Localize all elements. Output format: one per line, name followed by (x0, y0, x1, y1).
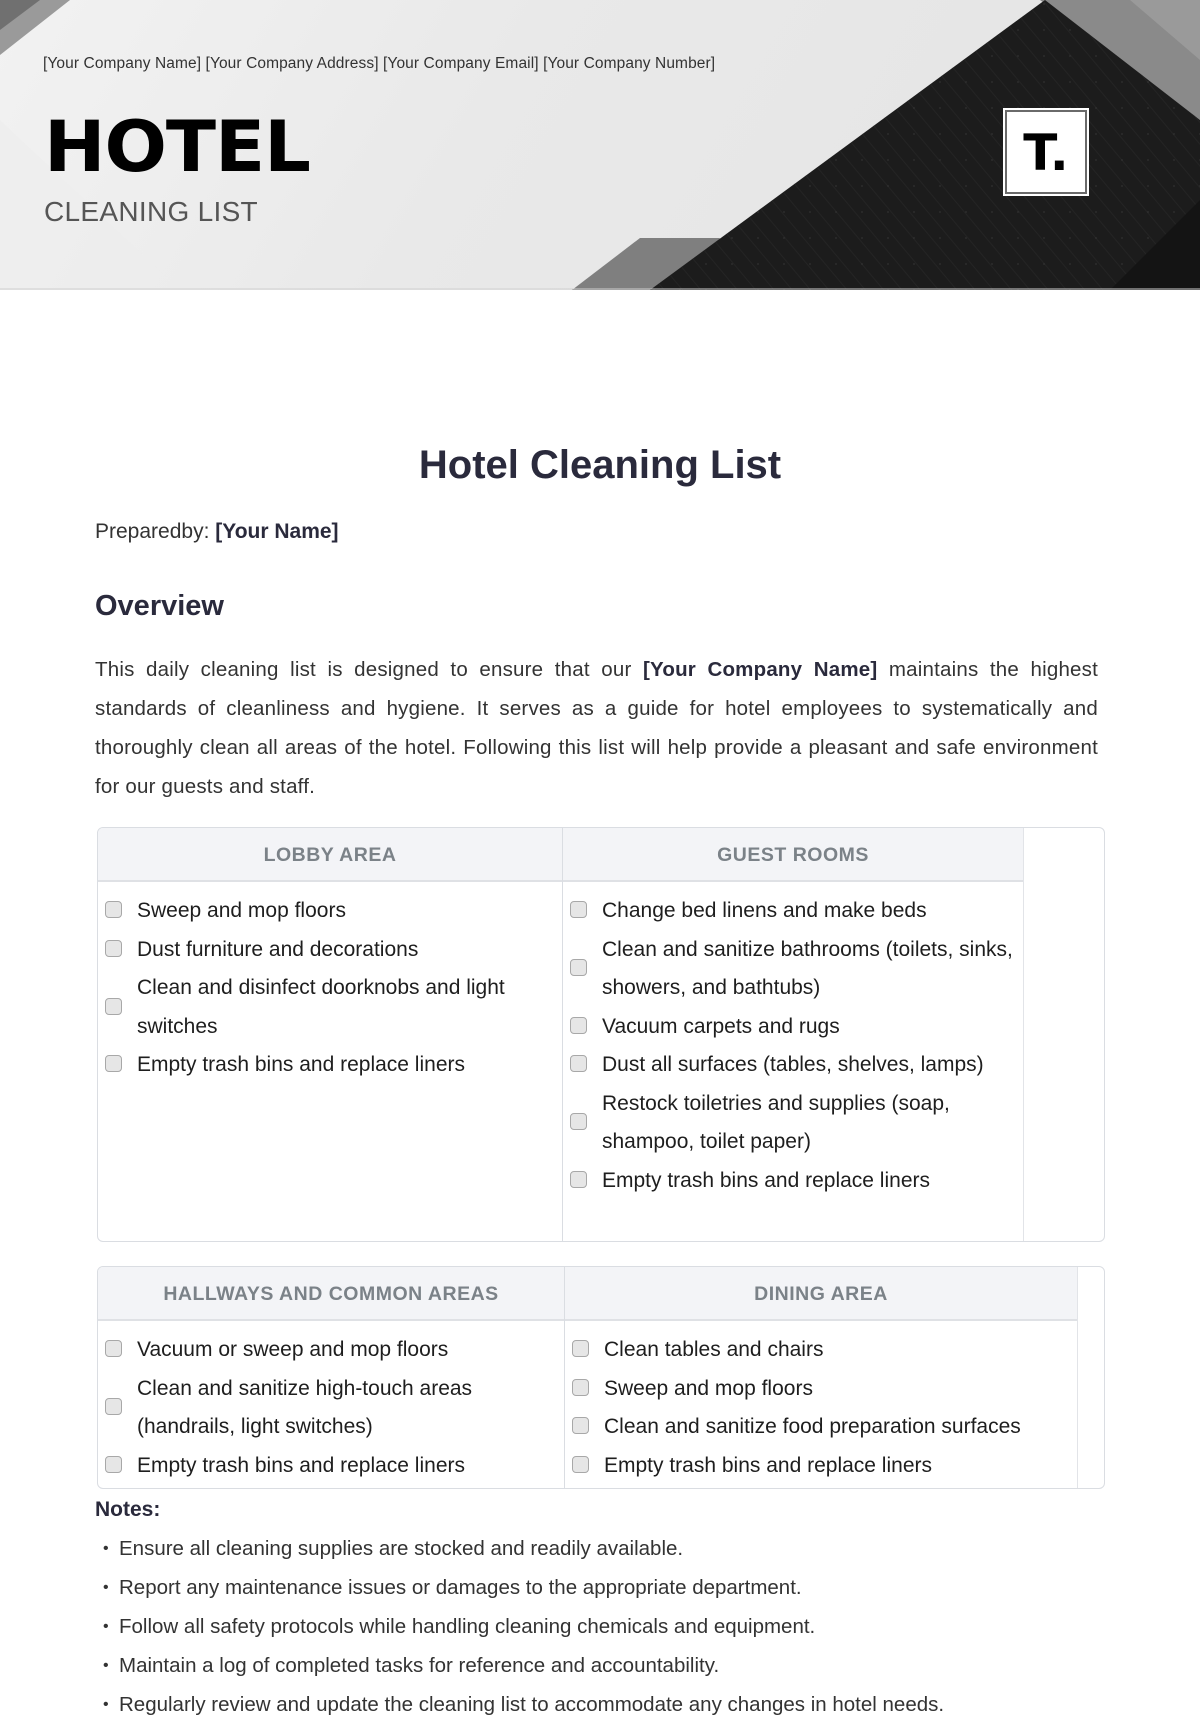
checklist-item: Vacuum or sweep and mop floors (98, 1331, 564, 1370)
checkbox[interactable] (105, 1340, 122, 1358)
checkbox[interactable] (105, 939, 122, 957)
checkbox[interactable] (105, 1055, 122, 1073)
checklist-item-label: Empty trash bins and replace liners (604, 1453, 932, 1477)
checklist-table-1: LOBBY AREA Sweep and mop floors Dust furn… (97, 827, 1105, 1242)
checklist-item: Clean and disinfect doorknobs and light … (98, 969, 562, 1046)
checklist-item: Empty trash bins and replace liners (563, 1162, 1023, 1201)
checkbox[interactable] (570, 901, 587, 919)
column-heading: DINING AREA (565, 1267, 1077, 1321)
checkbox[interactable] (570, 1113, 587, 1130)
checklist-item-label: Dust furniture and decorations (137, 937, 419, 961)
checklist-item: Empty trash bins and replace liners (98, 1046, 562, 1085)
checklist-item-label: Clean and disinfect doorknobs and light … (137, 976, 505, 1038)
checklist-item-label: Clean tables and chairs (604, 1338, 824, 1361)
column-guest-rooms: GUEST ROOMS Change bed linens and make b… (562, 828, 1024, 1241)
checklist-item-label: Clean and sanitize food preparation surf… (604, 1415, 1021, 1438)
column-dining-area: DINING AREA Clean tables and chairs Sweep… (564, 1267, 1078, 1488)
note-item: Ensure all cleaning supplies are stocked… (103, 1529, 1183, 1568)
document-title: Hotel Cleaning List (418, 443, 782, 487)
notes-list: Ensure all cleaning supplies are stocked… (103, 1529, 1183, 1724)
checkbox[interactable] (572, 1417, 589, 1435)
checklist-item-label: Empty trash bins and replace liners (602, 1168, 930, 1192)
checkbox[interactable] (570, 1055, 587, 1073)
checklist-item: Vacuum carpets and rugs (563, 1008, 1023, 1047)
task-list: Sweep and mop floors Dust furniture and d… (98, 882, 562, 1085)
checkbox[interactable] (105, 1455, 122, 1473)
company-logo: T. (1003, 108, 1089, 196)
checklist-item: Dust furniture and decorations (98, 931, 562, 970)
checklist-item: Empty trash bins and replace liners (565, 1447, 1077, 1486)
note-item: Maintain a log of completed tasks for re… (103, 1646, 1183, 1685)
checklist-item: Change bed linens and make beds (563, 892, 1023, 931)
overview-text-before: This daily cleaning list is designed to … (95, 658, 643, 681)
column-heading: GUEST ROOMS (563, 828, 1023, 882)
note-item: Regularly review and update the cleaning… (103, 1685, 1183, 1724)
checkbox[interactable] (105, 901, 122, 919)
checklist-item: Clean and sanitize bathrooms (toilets, s… (563, 931, 1023, 1008)
checklist-item-label: Restock toiletries and supplies (soap, s… (602, 1091, 950, 1154)
notes-heading: Notes: (95, 1498, 161, 1521)
overview-company-name: [Your Company Name] (642, 658, 878, 681)
checklist-item: Dust all surfaces (tables, shelves, lamp… (563, 1046, 1023, 1085)
checklist-item: Sweep and mop floors (98, 892, 562, 931)
checklist-item: Empty trash bins and replace liners (98, 1447, 564, 1486)
brand-subtitle: CLEANING LIST (44, 196, 258, 227)
checklist-item-label: Change bed linens and make beds (602, 899, 927, 922)
checkbox[interactable] (570, 1170, 587, 1188)
checkbox[interactable] (105, 1398, 122, 1415)
checkbox[interactable] (572, 1455, 589, 1473)
checklist-item: Clean and sanitize high-touch areas (han… (98, 1370, 564, 1447)
checkbox[interactable] (572, 1340, 589, 1358)
checklist-item-label: Sweep and mop floors (604, 1376, 813, 1400)
column-hallways-common-areas: HALLWAYS AND COMMON AREAS Vacuum or swee… (98, 1267, 564, 1488)
checklist-item: Clean tables and chairs (565, 1331, 1077, 1370)
checklist-item-label: Dust all surfaces (tables, shelves, lamp… (602, 1053, 984, 1076)
prepared-by-label: Preparedby: (95, 520, 210, 543)
header-banner: [Your Company Name] [Your Company Addres… (0, 0, 1200, 290)
note-item: Report any maintenance issues or damages… (103, 1568, 1183, 1607)
brand-title: HOTEL (44, 106, 311, 188)
checklist-item-label: Clean and sanitize high-touch areas (han… (137, 1376, 473, 1439)
checklist-item: Clean and sanitize food preparation surf… (565, 1408, 1077, 1447)
checkbox[interactable] (570, 959, 587, 976)
column-lobby-area: LOBBY AREA Sweep and mop floors Dust furn… (98, 828, 562, 1241)
overview-paragraph: This daily cleaning list is designed to … (95, 650, 1098, 806)
prepared-by-value: [Your Name] (215, 520, 339, 543)
prepared-by: Preparedby: [Your Name] (95, 520, 339, 544)
task-list: Vacuum or sweep and mop floors Clean and … (98, 1321, 564, 1485)
checkbox[interactable] (570, 1016, 587, 1034)
checklist-item-label: Clean and sanitize bathrooms (toilets, s… (602, 937, 1013, 1000)
checklist-item-label: Vacuum or sweep and mop floors (137, 1338, 449, 1361)
checklist-item-label: Vacuum carpets and rugs (602, 1014, 840, 1038)
checkbox[interactable] (572, 1378, 589, 1396)
checklist-item: Restock toiletries and supplies (soap, s… (563, 1085, 1023, 1162)
overview-heading: Overview (95, 590, 224, 622)
logo-text: T. (1023, 124, 1069, 182)
checklist-item-label: Sweep and mop floors (137, 899, 346, 922)
column-heading: HALLWAYS AND COMMON AREAS (98, 1267, 564, 1321)
checklist-item: Sweep and mop floors (565, 1370, 1077, 1409)
task-list: Clean tables and chairs Sweep and mop flo… (565, 1321, 1077, 1485)
task-list: Change bed linens and make beds Clean and… (563, 882, 1023, 1200)
company-info-line: [Your Company Name] [Your Company Addres… (43, 55, 716, 72)
checklist-item-label: Empty trash bins and replace liners (137, 1053, 465, 1076)
column-heading: LOBBY AREA (98, 828, 562, 882)
checkbox[interactable] (105, 997, 122, 1015)
checklist-table-2: HALLWAYS AND COMMON AREAS Vacuum or swee… (97, 1266, 1105, 1489)
checklist-item-label: Empty trash bins and replace liners (137, 1453, 465, 1477)
note-item: Follow all safety protocols while handli… (103, 1607, 1183, 1646)
